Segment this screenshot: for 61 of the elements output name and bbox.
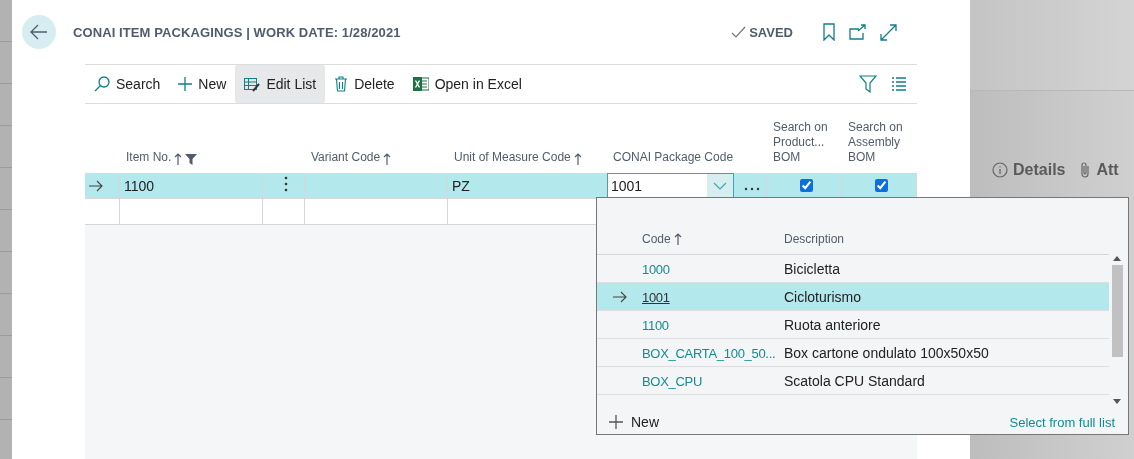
saved-status: SAVED — [749, 24, 793, 40]
description-cell: Scatola CPU Standard — [784, 372, 925, 389]
back-arrow-icon — [30, 24, 48, 40]
column-header[interactable]: Unit of Measure Code — [454, 150, 571, 165]
list-view-icon[interactable] — [891, 76, 907, 92]
back-button[interactable] — [22, 15, 56, 49]
checkbox[interactable] — [799, 179, 813, 192]
open-in-new-window-icon[interactable] — [849, 24, 866, 40]
code-link[interactable]: BOX_CPU — [642, 373, 703, 389]
page-title: CONAI ITEM PACKAGINGS | WORK DATE: 1/28/2021 — [73, 24, 401, 40]
package-code-field[interactable]: 1001 — [607, 172, 734, 199]
scroll-down-icon — [1113, 399, 1121, 405]
column-header[interactable]: Description — [784, 232, 845, 246]
search-icon — [94, 76, 110, 92]
filter-icon[interactable] — [859, 75, 877, 93]
chevron-down-icon — [713, 181, 727, 190]
vertical-dots-icon — [283, 176, 288, 192]
toolbar-button[interactable]: Open in Excel — [403, 65, 531, 103]
dropdown-button[interactable] — [707, 173, 733, 198]
code-link[interactable]: 1001 — [642, 289, 670, 305]
description-cell: Box cartone ondulato 100x50x50 — [784, 344, 989, 361]
ellipsis-icon — [744, 186, 760, 191]
code-link[interactable]: 1100 — [642, 317, 669, 333]
select-from-full-list-link[interactable]: Select from full list — [1009, 414, 1115, 430]
new-button[interactable]: New — [609, 414, 659, 430]
bookmark-icon[interactable] — [823, 23, 835, 41]
scroll-up-icon — [1113, 255, 1121, 261]
toolbar-button[interactable]: Edit List — [235, 65, 326, 103]
table-cell: PZ — [452, 177, 470, 194]
column-header[interactable]: Variant Code — [311, 150, 381, 165]
column-header[interactable]: Search on Product... BOM — [773, 120, 835, 165]
description-cell: Bicicletta — [784, 260, 841, 277]
lookup-row[interactable]: 1100 Ruota anteriore — [597, 311, 1109, 339]
info-icon — [992, 162, 1008, 178]
lookup-row[interactable]: BOX_CARTA_100_50... Box cartone ondulato 100x50x50 — [597, 339, 1109, 367]
column-header[interactable]: Code — [642, 232, 671, 246]
column-header[interactable]: Item No. — [126, 150, 172, 165]
column-header[interactable]: CONAI Package Code — [613, 150, 734, 165]
panel-tab[interactable]: Att — [1079, 161, 1119, 179]
trash-icon — [334, 76, 349, 92]
panel-tab[interactable]: Details — [992, 161, 1066, 179]
toolbar-button[interactable]: Search — [85, 65, 170, 103]
plus-icon — [178, 77, 193, 91]
table-cell: 1100 — [124, 177, 155, 194]
code-link[interactable]: BOX_CARTA_100_50... — [642, 345, 776, 361]
description-cell: Ruota anteriore — [784, 316, 881, 333]
lookup-row[interactable]: BOX_CPU Scatola CPU Standard — [597, 367, 1109, 395]
column-header[interactable]: Search on Assembly BOM — [848, 120, 910, 165]
description-cell: Cicloturismo — [784, 288, 861, 305]
toolbar-button[interactable]: New — [169, 65, 236, 103]
paperclip-icon — [1079, 161, 1092, 179]
code-link[interactable]: 1000 — [642, 261, 670, 277]
plus-icon — [609, 415, 623, 429]
expand-icon[interactable] — [880, 23, 897, 41]
edit-list-icon — [244, 76, 261, 92]
current-row-arrow-icon — [612, 290, 627, 303]
toolbar-button[interactable]: Delete — [325, 65, 404, 103]
checkmark-icon — [731, 25, 747, 39]
excel-icon — [412, 76, 429, 92]
checkbox[interactable] — [874, 179, 888, 192]
lookup-row[interactable]: 1001 Cicloturismo — [597, 283, 1109, 311]
